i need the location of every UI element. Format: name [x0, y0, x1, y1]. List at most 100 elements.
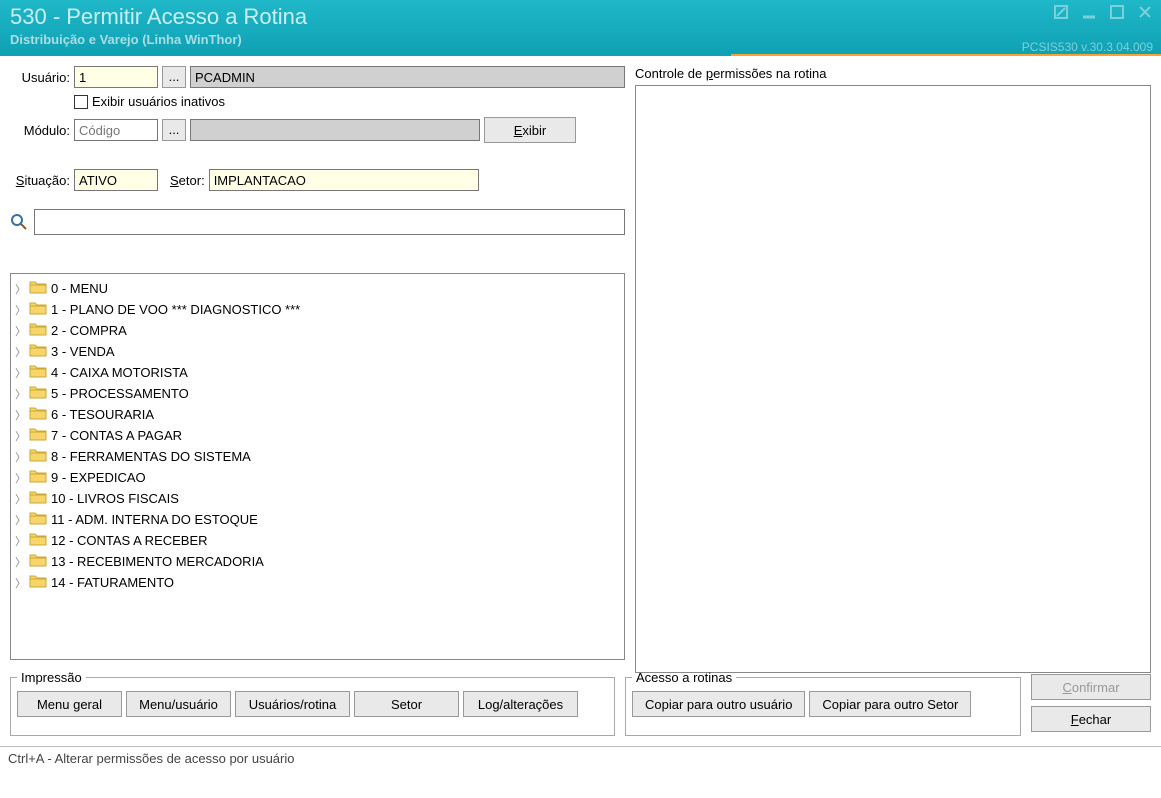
- tree-item[interactable]: 〉 0 - MENU: [15, 278, 620, 299]
- folder-icon: [29, 427, 47, 444]
- tree-item-label: 11 - ADM. INTERNA DO ESTOQUE: [51, 512, 258, 527]
- setor-display: [209, 169, 479, 191]
- usuarios-rotina-button[interactable]: Usuários/rotina: [235, 691, 350, 717]
- chevron-right-icon: 〉: [15, 323, 25, 339]
- chevron-right-icon: 〉: [15, 554, 25, 570]
- tree-item-label: 3 - VENDA: [51, 344, 115, 359]
- window-subtitle: Distribuição e Varejo (Linha WinThor): [10, 32, 1151, 47]
- chevron-right-icon: 〉: [15, 533, 25, 549]
- edit-icon[interactable]: [1053, 4, 1069, 23]
- permissions-panel: [635, 85, 1151, 673]
- exibir-inativos-label: Exibir usuários inativos: [92, 94, 225, 109]
- chevron-right-icon: 〉: [15, 365, 25, 381]
- copiar-usuario-button[interactable]: Copiar para outro usuário: [632, 691, 805, 717]
- tree-item-label: 10 - LIVROS FISCAIS: [51, 491, 179, 506]
- tree-item[interactable]: 〉 13 - RECEBIMENTO MERCADORIA: [15, 551, 620, 572]
- tree-item-label: 5 - PROCESSAMENTO: [51, 386, 189, 401]
- tree-item[interactable]: 〉 7 - CONTAS A PAGAR: [15, 425, 620, 446]
- folder-icon: [29, 322, 47, 339]
- modulo-name-display: [190, 119, 480, 141]
- chevron-right-icon: 〉: [15, 428, 25, 444]
- exibir-button[interactable]: Exibir: [484, 117, 576, 143]
- usuario-lookup-button[interactable]: ...: [162, 66, 186, 88]
- chevron-right-icon: 〉: [15, 575, 25, 591]
- chevron-right-icon: 〉: [15, 407, 25, 423]
- tree-item[interactable]: 〉 14 - FATURAMENTO: [15, 572, 620, 593]
- acesso-legend: Acesso a rotinas: [632, 670, 736, 685]
- status-bar: Ctrl+A - Alterar permissões de acesso po…: [0, 746, 1161, 770]
- tree-item[interactable]: 〉 11 - ADM. INTERNA DO ESTOQUE: [15, 509, 620, 530]
- folder-icon: [29, 574, 47, 591]
- setor-button[interactable]: Setor: [354, 691, 459, 717]
- folder-icon: [29, 343, 47, 360]
- log-button[interactable]: Log/alterações: [463, 691, 578, 717]
- modulo-label: Módulo:: [10, 123, 70, 138]
- chevron-right-icon: 〉: [15, 281, 25, 297]
- close-icon[interactable]: [1137, 4, 1153, 23]
- folder-icon: [29, 301, 47, 318]
- folder-icon: [29, 364, 47, 381]
- usuario-label: Usuário:: [10, 70, 70, 85]
- confirmar-button[interactable]: Confirmar: [1031, 674, 1151, 700]
- accent-line: [731, 54, 1161, 56]
- setor-label: Setor:: [170, 173, 205, 188]
- modulo-input[interactable]: [74, 119, 158, 141]
- tree-item-label: 6 - TESOURARIA: [51, 407, 154, 422]
- copiar-setor-button[interactable]: Copiar para outro Setor: [809, 691, 971, 717]
- folder-icon: [29, 490, 47, 507]
- tree-item-label: 14 - FATURAMENTO: [51, 575, 174, 590]
- folder-icon: [29, 532, 47, 549]
- situacao-label: Situação:: [10, 173, 70, 188]
- tree-item[interactable]: 〉 12 - CONTAS A RECEBER: [15, 530, 620, 551]
- chevron-right-icon: 〉: [15, 470, 25, 486]
- version-label: PCSIS530 v.30.3.04.009: [1022, 40, 1153, 54]
- tree-item[interactable]: 〉 3 - VENDA: [15, 341, 620, 362]
- search-input[interactable]: [34, 209, 625, 235]
- folder-icon: [29, 385, 47, 402]
- folder-icon: [29, 553, 47, 570]
- modulo-lookup-button[interactable]: ...: [162, 119, 186, 141]
- tree-item[interactable]: 〉 6 - TESOURARIA: [15, 404, 620, 425]
- menu-geral-button[interactable]: Menu geral: [17, 691, 122, 717]
- situacao-display: [74, 169, 158, 191]
- folder-icon: [29, 448, 47, 465]
- tree-item-label: 8 - FERRAMENTAS DO SISTEMA: [51, 449, 251, 464]
- tree-item-label: 12 - CONTAS A RECEBER: [51, 533, 208, 548]
- module-tree[interactable]: 〉 0 - MENU 〉 1 - PLANO DE VOO *** DIAGNOSTI…: [11, 274, 624, 659]
- tree-item[interactable]: 〉 2 - COMPRA: [15, 320, 620, 341]
- window-title: 530 - Permitir Acesso a Rotina: [10, 4, 1151, 30]
- tree-item-label: 13 - RECEBIMENTO MERCADORIA: [51, 554, 264, 569]
- minimize-icon[interactable]: [1081, 4, 1097, 23]
- tree-item[interactable]: 〉 1 - PLANO DE VOO *** DIAGNOSTICO ***: [15, 299, 620, 320]
- tree-item-label: 0 - MENU: [51, 281, 108, 296]
- folder-icon: [29, 280, 47, 297]
- tree-item-label: 7 - CONTAS A PAGAR: [51, 428, 182, 443]
- folder-icon: [29, 511, 47, 528]
- impressao-legend: Impressão: [17, 670, 86, 685]
- tree-item[interactable]: 〉 8 - FERRAMENTAS DO SISTEMA: [15, 446, 620, 467]
- exibir-inativos-checkbox[interactable]: [74, 95, 88, 109]
- fechar-button[interactable]: Fechar: [1031, 706, 1151, 732]
- tree-item[interactable]: 〉 4 - CAIXA MOTORISTA: [15, 362, 620, 383]
- search-icon: [10, 213, 28, 231]
- titlebar: 530 - Permitir Acesso a Rotina Distribui…: [0, 0, 1161, 56]
- chevron-right-icon: 〉: [15, 491, 25, 507]
- usuario-input[interactable]: [74, 66, 158, 88]
- chevron-right-icon: 〉: [15, 386, 25, 402]
- tree-item-label: 2 - COMPRA: [51, 323, 127, 338]
- tree-item-label: 9 - EXPEDICAO: [51, 470, 146, 485]
- tree-item[interactable]: 〉 5 - PROCESSAMENTO: [15, 383, 620, 404]
- usuario-name-display: [190, 66, 625, 88]
- menu-usuario-button[interactable]: Menu/usuário: [126, 691, 231, 717]
- tree-item[interactable]: 〉 9 - EXPEDICAO: [15, 467, 620, 488]
- chevron-right-icon: 〉: [15, 449, 25, 465]
- tree-item-label: 4 - CAIXA MOTORISTA: [51, 365, 188, 380]
- tree-item-label: 1 - PLANO DE VOO *** DIAGNOSTICO ***: [51, 302, 300, 317]
- tree-item[interactable]: 〉 10 - LIVROS FISCAIS: [15, 488, 620, 509]
- permissions-panel-title: Controle de permissões na rotina: [635, 66, 1151, 81]
- folder-icon: [29, 406, 47, 423]
- chevron-right-icon: 〉: [15, 302, 25, 318]
- chevron-right-icon: 〉: [15, 344, 25, 360]
- maximize-icon[interactable]: [1109, 4, 1125, 23]
- chevron-right-icon: 〉: [15, 512, 25, 528]
